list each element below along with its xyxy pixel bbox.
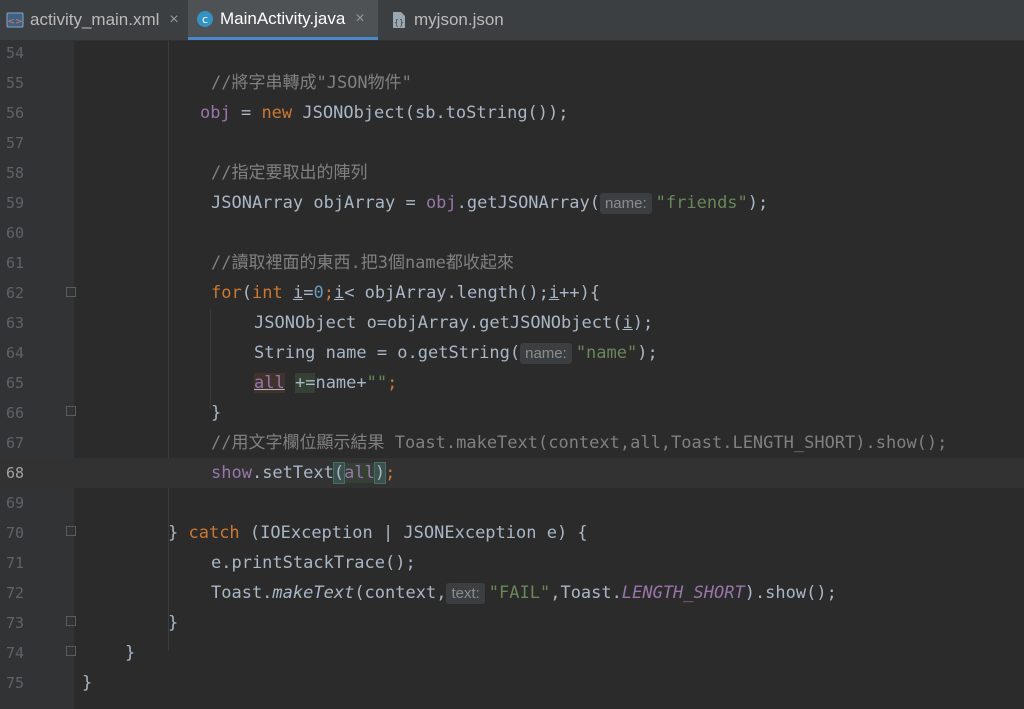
code-field: all bbox=[344, 463, 375, 483]
matched-paren: ) bbox=[373, 462, 387, 484]
code-line[interactable]: 65 all +=name+""; bbox=[0, 368, 1024, 398]
code-variable: i bbox=[292, 283, 304, 303]
line-number: 61 bbox=[5, 254, 24, 272]
code-comment: //指定要取出的陣列 bbox=[211, 163, 368, 183]
xml-file-icon: <> bbox=[6, 11, 24, 29]
line-number: 65 bbox=[5, 374, 24, 392]
line-number: 75 bbox=[5, 674, 24, 692]
code-line[interactable]: 69 bbox=[0, 488, 1024, 518]
code-string: "FAIL" bbox=[488, 583, 551, 603]
tab-label: activity_main.xml bbox=[30, 10, 160, 29]
svg-text:<>: <> bbox=[7, 17, 22, 27]
code-variable: i bbox=[548, 283, 560, 303]
code-variable: i bbox=[622, 313, 633, 333]
tab-myjson-json[interactable]: {} myjson.json bbox=[382, 0, 542, 40]
line-number: 64 bbox=[5, 344, 24, 362]
tab-label: MainActivity.java bbox=[220, 8, 346, 28]
code-static-field: LENGTH_SHORT bbox=[621, 583, 745, 603]
code-keyword: catch bbox=[188, 523, 240, 543]
svg-text:{}: {} bbox=[394, 18, 404, 27]
code-string: "" bbox=[366, 373, 388, 393]
line-number: 68 bbox=[5, 464, 24, 482]
code-line[interactable]: 61 //讀取裡面的東西.把3個name都收起來 bbox=[0, 248, 1024, 278]
line-number: 69 bbox=[5, 494, 24, 512]
line-number: 66 bbox=[5, 404, 24, 422]
line-number: 56 bbox=[5, 104, 24, 122]
code-string: "name" bbox=[575, 343, 638, 363]
code-number: 0 bbox=[313, 283, 324, 303]
line-number: 67 bbox=[5, 434, 24, 452]
code-line[interactable]: 59 JSONArray objArray = obj.getJSONArray… bbox=[0, 188, 1024, 218]
line-number: 54 bbox=[5, 44, 24, 62]
code-line[interactable]: 64 String name = o.getString(name: "name"… bbox=[0, 338, 1024, 368]
code-line[interactable]: 57 bbox=[0, 128, 1024, 158]
code-line[interactable]: 54 bbox=[0, 38, 1024, 68]
code-operator: += bbox=[294, 373, 316, 393]
parameter-hint: name: bbox=[599, 193, 652, 214]
code-line[interactable]: 56 obj = new JSONObject(sb.toString()); bbox=[0, 98, 1024, 128]
code-line[interactable]: 67 //用文字欄位顯示結果 Toast.makeText(context,al… bbox=[0, 428, 1024, 458]
line-number: 60 bbox=[5, 224, 24, 242]
line-number: 58 bbox=[5, 164, 24, 182]
tab-mainactivity-java[interactable]: c MainActivity.java × bbox=[188, 0, 378, 40]
code-line[interactable]: 62 for(int i=0;i< objArray.length();i++)… bbox=[0, 278, 1024, 308]
code-editor[interactable]: 54 55 //將字串轉成"JSON物件" 56 obj = new JSONO… bbox=[0, 41, 1024, 709]
editor-tab-bar: <> activity_main.xml × c MainActivity.ja… bbox=[0, 0, 1024, 41]
code-static-method: makeText bbox=[272, 583, 355, 603]
code-line[interactable]: 66 } bbox=[0, 398, 1024, 428]
code-field: obj bbox=[200, 103, 231, 123]
close-icon[interactable]: × bbox=[355, 10, 364, 28]
java-class-icon: c bbox=[196, 10, 214, 28]
code-line[interactable]: 72 Toast.makeText(context, text: "FAIL",To… bbox=[0, 578, 1024, 608]
code-keyword: new bbox=[261, 103, 293, 123]
code-field: show bbox=[211, 463, 252, 483]
close-icon[interactable]: × bbox=[169, 11, 178, 29]
line-number: 72 bbox=[5, 584, 24, 602]
code-comment: //讀取裡面的東西.把3個name都收起來 bbox=[211, 253, 514, 273]
code-line[interactable]: 71 e.printStackTrace(); bbox=[0, 548, 1024, 578]
line-number: 55 bbox=[5, 74, 24, 92]
code-string: "friends" bbox=[655, 193, 748, 213]
code-variable: i bbox=[333, 283, 345, 303]
code-line[interactable]: 73 } bbox=[0, 608, 1024, 638]
line-number: 62 bbox=[5, 284, 24, 302]
code-line[interactable]: 75 } bbox=[0, 668, 1024, 698]
code-line[interactable]: 55 //將字串轉成"JSON物件" bbox=[0, 68, 1024, 98]
tab-activity-main-xml[interactable]: <> activity_main.xml × bbox=[0, 0, 186, 40]
line-number: 70 bbox=[5, 524, 24, 542]
code-line[interactable]: 60 bbox=[0, 218, 1024, 248]
code-field: obj bbox=[425, 193, 457, 213]
line-number: 74 bbox=[5, 644, 24, 662]
line-number: 57 bbox=[5, 134, 24, 152]
code-line-current[interactable]: 68 show.setText(all); bbox=[0, 458, 1024, 488]
code-line[interactable]: 70 } catch (IOException | JSONException … bbox=[0, 518, 1024, 548]
code-keyword: int bbox=[251, 283, 283, 303]
code-field: all bbox=[254, 373, 285, 393]
code-comment: //用文字欄位顯示結果 Toast.makeText(context,all,T… bbox=[211, 433, 948, 453]
tab-label: myjson.json bbox=[414, 10, 504, 29]
line-number: 73 bbox=[5, 614, 24, 632]
json-file-icon: {} bbox=[390, 11, 408, 29]
line-number: 59 bbox=[5, 194, 24, 212]
parameter-hint: text: bbox=[446, 583, 485, 604]
code-comment: //將字串轉成"JSON物件" bbox=[211, 73, 412, 93]
parameter-hint: name: bbox=[520, 343, 572, 364]
line-number: 71 bbox=[5, 554, 24, 572]
code-line[interactable]: 63 JSONObject o=objArray.getJSONObject(i… bbox=[0, 308, 1024, 338]
matched-paren: ( bbox=[332, 462, 346, 484]
code-keyword: for bbox=[211, 283, 242, 303]
code-line[interactable]: 74 } bbox=[0, 638, 1024, 668]
code-line[interactable]: 58 //指定要取出的陣列 bbox=[0, 158, 1024, 188]
svg-text:c: c bbox=[202, 13, 208, 26]
line-number: 63 bbox=[5, 314, 24, 332]
